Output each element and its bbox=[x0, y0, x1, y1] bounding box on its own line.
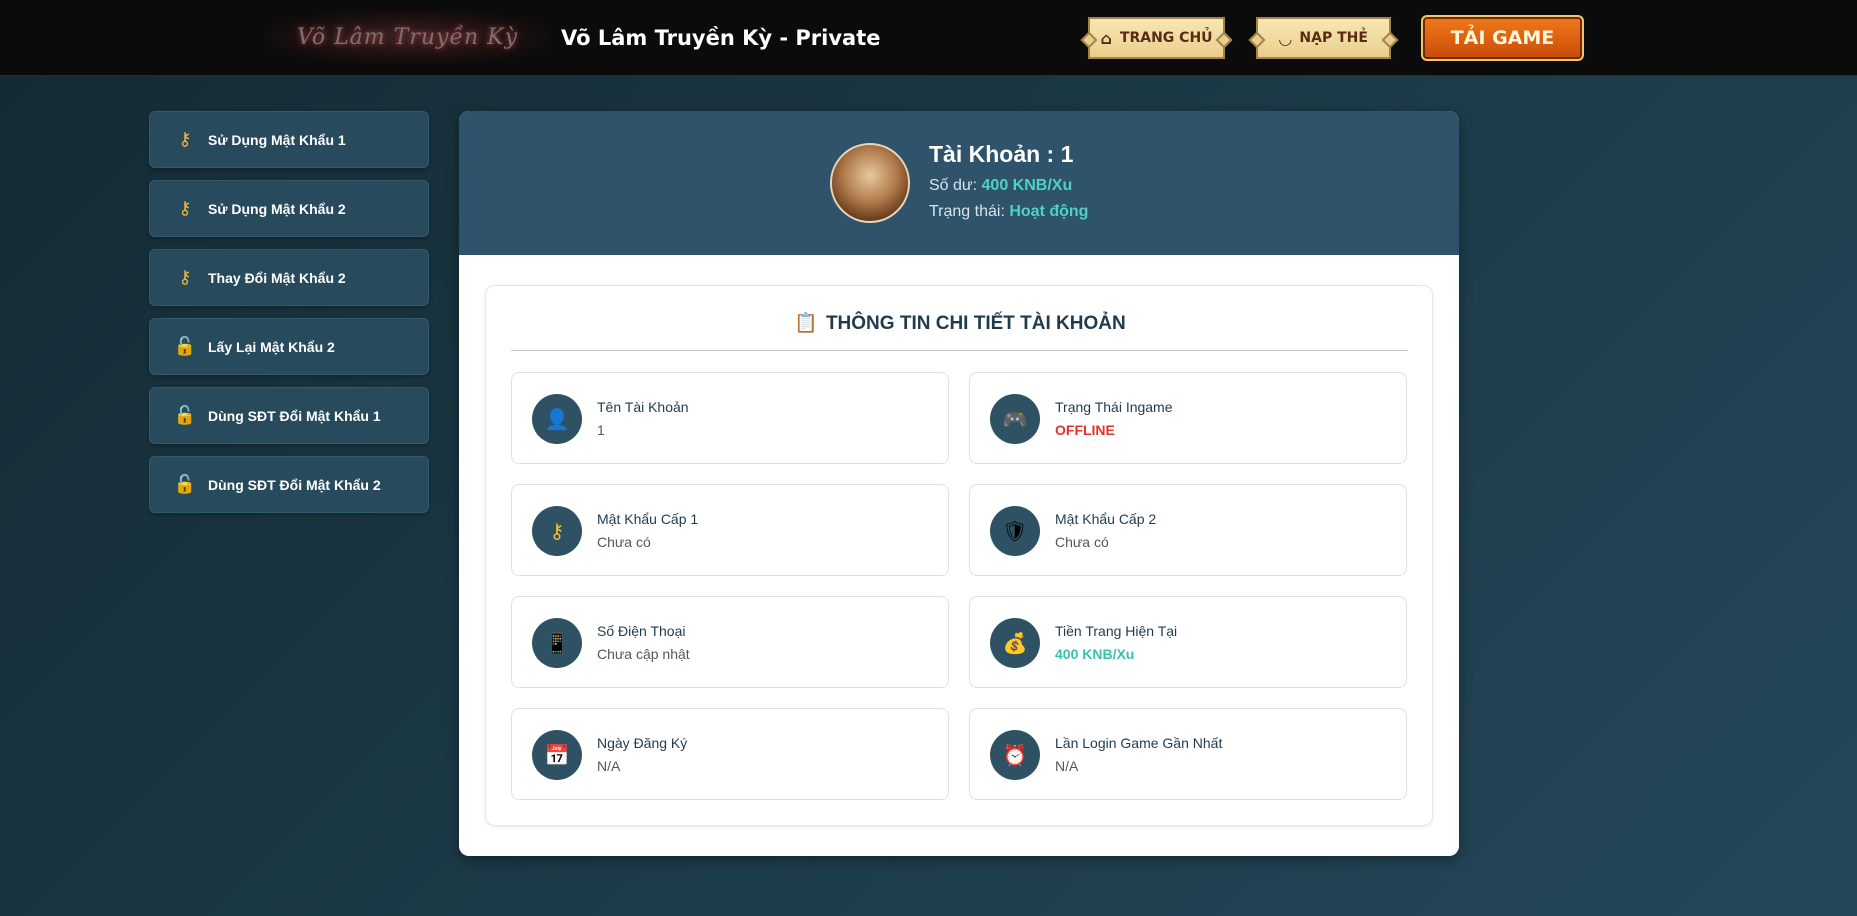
unlock-icon: 🔓 bbox=[173, 474, 197, 494]
info-card-ingame-status: 🎮 Trạng Thái Ingame OFFLINE bbox=[969, 372, 1407, 464]
details-title: THÔNG TIN CHI TIẾT TÀI KHOẢN bbox=[825, 313, 1126, 334]
status-line: Trạng thái: Hoạt động bbox=[929, 203, 1088, 221]
balance-line: Số dư: 400 KNB/Xu bbox=[929, 177, 1072, 195]
info-label: Mật Khẩu Cấp 2 bbox=[1055, 511, 1157, 527]
download-game-button[interactable]: TẢI GAME bbox=[1421, 15, 1584, 61]
nav-topup-button[interactable]: ◡ NẠP THẺ bbox=[1256, 17, 1391, 59]
sidebar-item-phone-change-password-2[interactable]: 🔓 Dùng SĐT Đổi Mật Khẩu 2 bbox=[149, 456, 429, 513]
avatar bbox=[830, 143, 910, 223]
info-label: Trạng Thái Ingame bbox=[1055, 399, 1173, 415]
balance-label: Số dư: bbox=[929, 177, 978, 194]
sidebar-item-label: Dùng SĐT Đổi Mật Khẩu 1 bbox=[208, 407, 381, 424]
phone-icon: 📱 bbox=[532, 618, 582, 668]
game-logo[interactable]: Võ Lâm Truyền Kỳ bbox=[265, 10, 550, 64]
sidebar-item-recover-password-2[interactable]: 🔓 Lấy Lại Mật Khẩu 2 bbox=[149, 318, 429, 375]
key-icon: ⚷ bbox=[178, 198, 192, 218]
status-label: Trạng thái: bbox=[929, 203, 1005, 220]
account-panel: Tài Khoản : 1 Số dư: 400 KNB/Xu Trạng th… bbox=[459, 111, 1459, 856]
user-icon: 👤 bbox=[532, 394, 582, 444]
info-label: Tiền Trang Hiện Tại bbox=[1055, 623, 1178, 639]
key-icon: ⚷ bbox=[532, 506, 582, 556]
info-value: N/A bbox=[597, 758, 621, 774]
alarm-clock-icon: ⏰ bbox=[990, 730, 1040, 780]
sidebar-item-change-password-2[interactable]: ⚷ Thay Đổi Mật Khẩu 2 bbox=[149, 249, 429, 306]
info-card-current-money: 💰 Tiền Trang Hiện Tại 400 KNB/Xu bbox=[969, 596, 1407, 688]
info-card-password-2: 🛡 Mật Khẩu Cấp 2 Chưa có bbox=[969, 484, 1407, 576]
info-card-phone: 📱 Số Điện Thoại Chưa cập nhật bbox=[511, 596, 949, 688]
info-label: Ngày Đăng Ký bbox=[597, 735, 688, 751]
info-card-register-date: 📅 Ngày Đăng Ký N/A bbox=[511, 708, 949, 800]
nav-home-label: TRANG CHỦ bbox=[1119, 30, 1213, 46]
info-card-username: 👤 Tên Tài Khoản 1 bbox=[511, 372, 949, 464]
key-icon: ⚷ bbox=[178, 129, 192, 149]
home-icon: ⌂ bbox=[1100, 28, 1112, 48]
info-value: N/A bbox=[1055, 758, 1079, 774]
info-label: Tên Tài Khoản bbox=[597, 399, 689, 415]
clipboard-icon: 📋 bbox=[794, 313, 818, 334]
info-label: Mật Khẩu Cấp 1 bbox=[597, 511, 699, 527]
info-value: 1 bbox=[597, 422, 605, 438]
info-card-last-login: ⏰ Lần Login Game Gần Nhất N/A bbox=[969, 708, 1407, 800]
money-bag-icon: 💰 bbox=[990, 618, 1040, 668]
account-summary: Tài Khoản : 1 Số dư: 400 KNB/Xu Trạng th… bbox=[459, 111, 1459, 255]
divider bbox=[511, 350, 1408, 351]
download-game-label: TẢI GAME bbox=[1450, 27, 1555, 49]
info-label: Lần Login Game Gần Nhất bbox=[1055, 735, 1223, 751]
calendar-icon: 📅 bbox=[532, 730, 582, 780]
sidebar-item-use-password-2[interactable]: ⚷ Sử Dụng Mật Khẩu 2 bbox=[149, 180, 429, 237]
info-label: Số Điện Thoại bbox=[597, 623, 686, 639]
info-card-password-1: ⚷ Mật Khẩu Cấp 1 Chưa có bbox=[511, 484, 949, 576]
shield-icon: 🛡 bbox=[990, 506, 1040, 556]
sidebar-item-label: Thay Đổi Mật Khẩu 2 bbox=[208, 269, 346, 286]
sidebar-item-use-password-1[interactable]: ⚷ Sử Dụng Mật Khẩu 1 bbox=[149, 111, 429, 168]
account-title: Tài Khoản : 1 bbox=[929, 141, 1074, 167]
info-value: Chưa có bbox=[1055, 534, 1109, 550]
info-value: OFFLINE bbox=[1055, 422, 1115, 438]
sidebar-item-label: Sử Dụng Mật Khẩu 1 bbox=[208, 131, 346, 148]
site-title: Võ Lâm Truyền Kỳ - Private bbox=[561, 26, 881, 50]
sidebar-item-phone-change-password-1[interactable]: 🔓 Dùng SĐT Đổi Mật Khẩu 1 bbox=[149, 387, 429, 444]
unlock-icon: 🔓 bbox=[173, 405, 197, 425]
nav-home-button[interactable]: ⌂ TRANG CHỦ bbox=[1088, 17, 1225, 59]
gamepad-icon: 🎮 bbox=[990, 394, 1040, 444]
nav-topup-label: NẠP THẺ bbox=[1299, 30, 1368, 46]
info-value: 400 KNB/Xu bbox=[1055, 646, 1135, 662]
info-value: Chưa có bbox=[597, 534, 651, 550]
top-header: Võ Lâm Truyền Kỳ Võ Lâm Truyền Kỳ - Priv… bbox=[0, 0, 1857, 76]
account-details-card: 📋 THÔNG TIN CHI TIẾT TÀI KHOẢN 👤 Tên Tài … bbox=[485, 285, 1433, 826]
sidebar-item-label: Lấy Lại Mật Khẩu 2 bbox=[208, 338, 335, 355]
sidebar-item-label: Sử Dụng Mật Khẩu 2 bbox=[208, 200, 346, 217]
details-heading: 📋 THÔNG TIN CHI TIẾT TÀI KHOẢN bbox=[486, 311, 1434, 335]
balance-value: 400 KNB/Xu bbox=[981, 177, 1073, 194]
key-icon: ⚷ bbox=[178, 267, 192, 287]
status-value: Hoạt động bbox=[1009, 203, 1089, 220]
sidebar-item-label: Dùng SĐT Đổi Mật Khẩu 2 bbox=[208, 476, 381, 493]
info-value: Chưa cập nhật bbox=[597, 646, 690, 662]
ingot-icon: ◡ bbox=[1279, 28, 1292, 48]
unlock-icon: 🔓 bbox=[173, 336, 197, 356]
